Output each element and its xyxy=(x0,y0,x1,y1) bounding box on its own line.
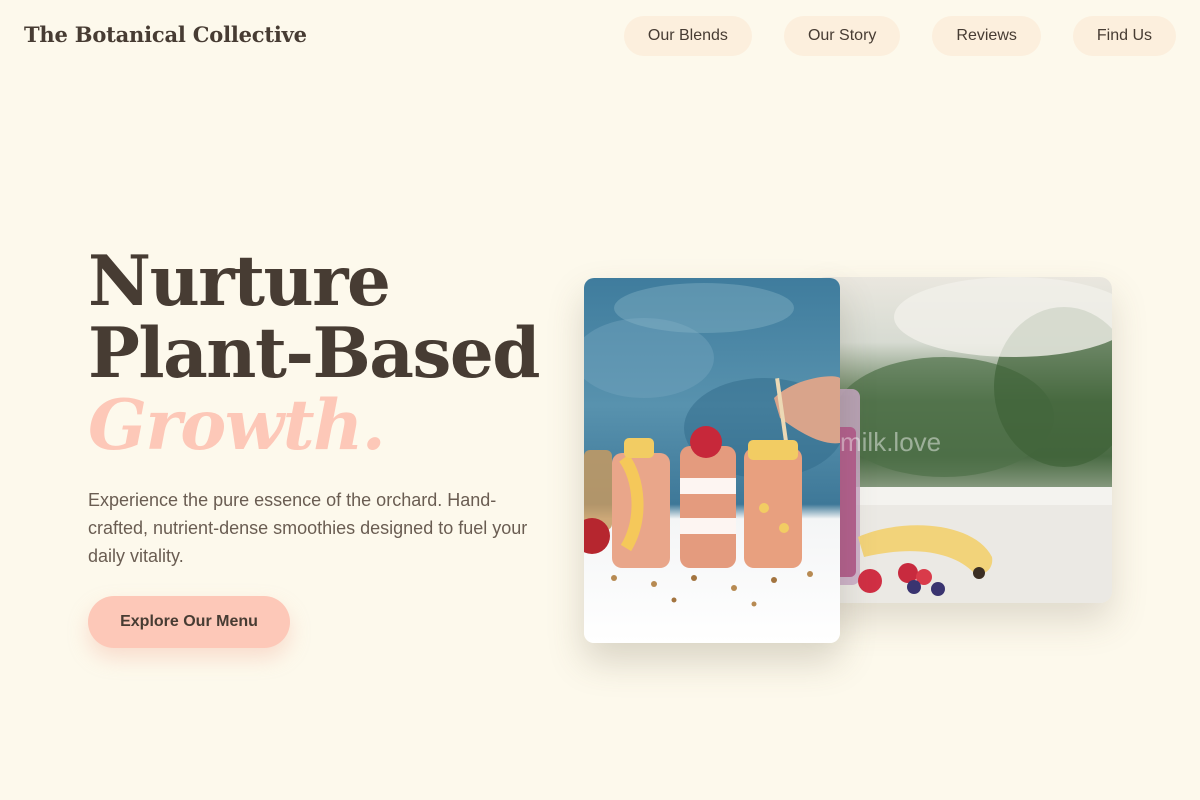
hero-title-accent: Growth. xyxy=(88,385,386,466)
nav-our-blends[interactable]: Our Blends xyxy=(623,16,752,56)
smoothie-photo-back: milk.love xyxy=(814,277,1112,603)
layered-smoothies-illustration xyxy=(584,283,840,607)
nav-find-us[interactable]: Find Us xyxy=(1072,16,1176,56)
hero-title: Nurture Plant-Based Growth. xyxy=(88,241,541,466)
explore-menu-button[interactable]: Explore Our Menu xyxy=(88,596,290,648)
nav-our-story[interactable]: Our Story xyxy=(783,16,901,56)
nav-reviews[interactable]: Reviews xyxy=(932,16,1041,56)
site-header: The Botanical Collective Our Blends Our … xyxy=(0,0,1200,72)
hero-title-line-1: Nurture xyxy=(88,241,391,322)
smoothie-photo-front xyxy=(584,278,840,643)
site-logo[interactable]: The Botanical Collective xyxy=(24,22,307,47)
main-nav: Our Blends Our Story Reviews Find Us xyxy=(623,16,1176,56)
photo-watermark: milk.love xyxy=(840,427,942,457)
hero-description: Experience the pure essence of the orcha… xyxy=(88,490,528,566)
hero-title-line-2: Plant-Based xyxy=(88,313,541,394)
